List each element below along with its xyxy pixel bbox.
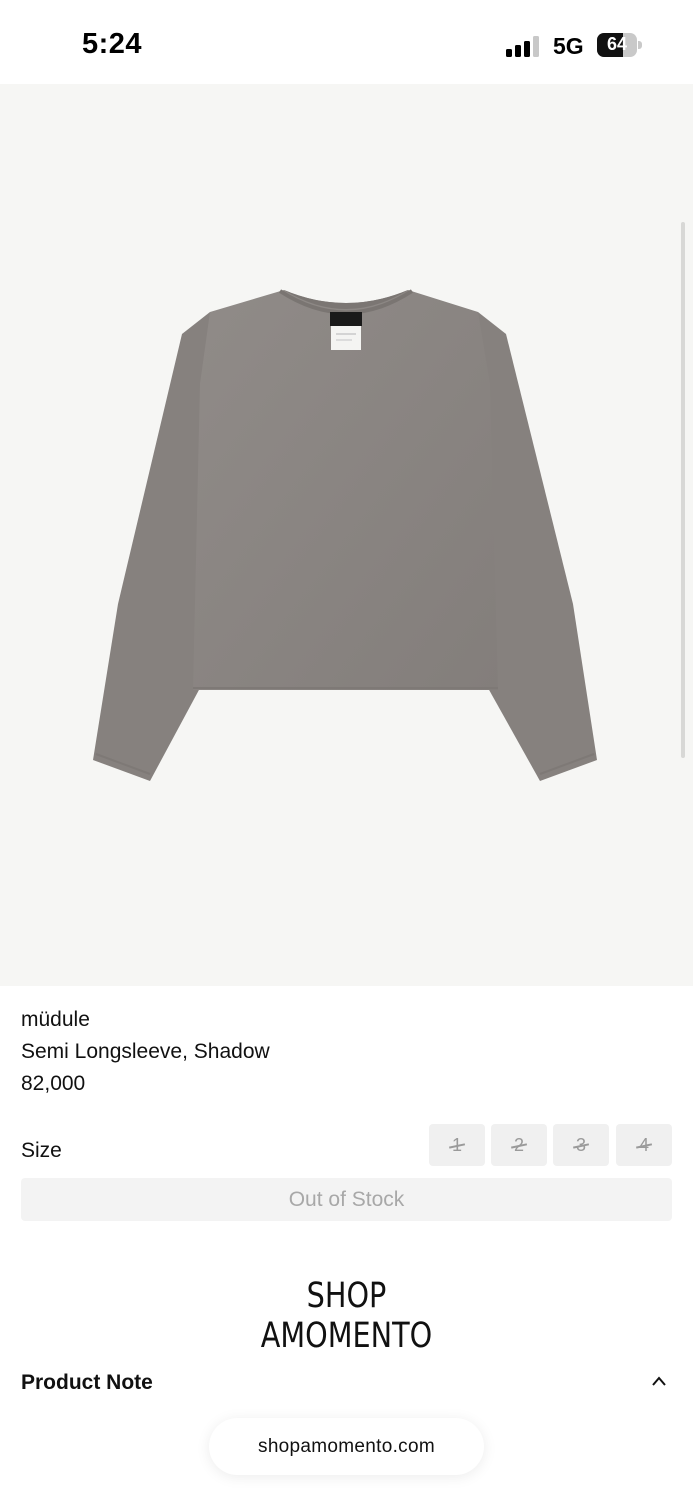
size-option-label: 2 — [514, 1124, 524, 1166]
image-scrollbar[interactable] — [681, 222, 685, 758]
size-option-4[interactable]: 4 — [616, 1124, 672, 1166]
product-note-toggle[interactable]: Product Note — [21, 1371, 153, 1395]
size-option-1[interactable]: 1 — [429, 1124, 485, 1166]
browser-url-bar[interactable]: shopamomento.com — [209, 1418, 484, 1475]
size-option-label: 3 — [576, 1124, 586, 1166]
status-bar: 5:24 5G 64 — [0, 0, 693, 84]
product-name: Semi Longsleeve, Shadow — [21, 1040, 270, 1063]
store-logo[interactable]: SHOP AMOMENTO — [62, 1276, 630, 1356]
battery-percent: 64 — [606, 34, 628, 54]
size-option-2[interactable]: 2 — [491, 1124, 547, 1166]
store-logo-line2: AMOMENTO — [260, 1316, 433, 1356]
shirt-photo — [93, 289, 597, 781]
size-option-label: 4 — [639, 1124, 649, 1166]
chevron-up-icon[interactable] — [650, 1374, 668, 1388]
product-image[interactable] — [0, 84, 693, 986]
size-label: Size — [21, 1139, 62, 1162]
battery-icon: 64 — [597, 33, 643, 57]
cellular-signal-icon — [506, 35, 542, 57]
product-brand: müdule — [21, 1008, 90, 1031]
size-option-3[interactable]: 3 — [553, 1124, 609, 1166]
out-of-stock-button[interactable]: Out of Stock — [21, 1178, 672, 1221]
network-type: 5G — [553, 33, 584, 59]
store-logo-line1: SHOP — [306, 1276, 387, 1316]
size-option-label: 1 — [452, 1124, 462, 1166]
status-time: 5:24 — [82, 28, 143, 60]
product-price: 82,000 — [21, 1072, 86, 1095]
